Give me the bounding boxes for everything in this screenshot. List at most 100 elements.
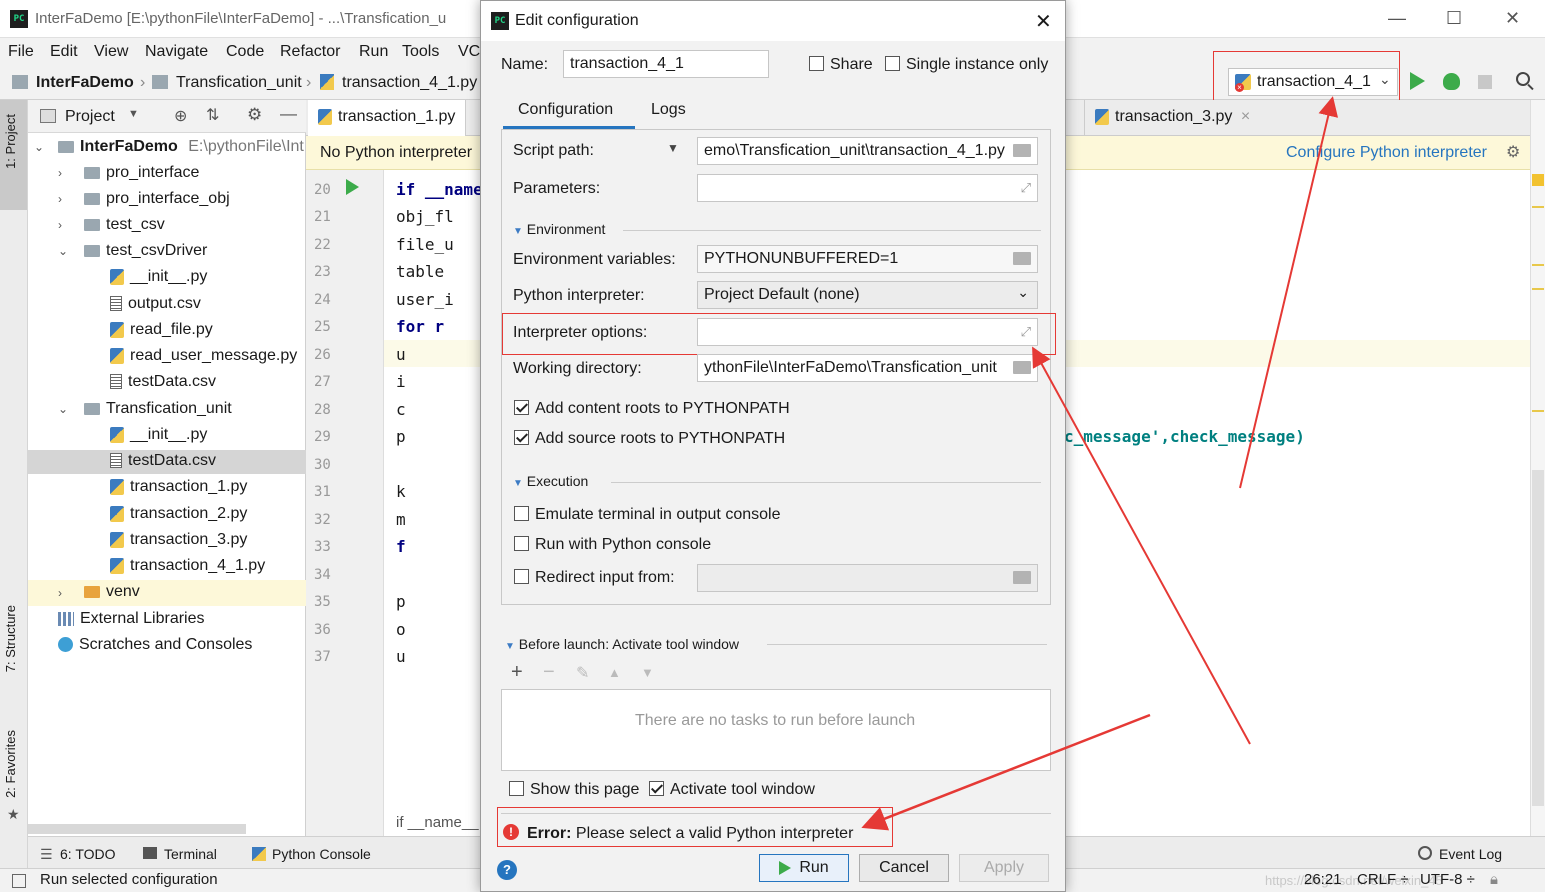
code-line[interactable]: file_u: [396, 235, 454, 254]
menu-view[interactable]: View: [94, 43, 128, 61]
tree-item[interactable]: pro_interface: [84, 164, 199, 182]
code-line[interactable]: f: [396, 537, 406, 556]
interpreter-select[interactable]: Project Default (none) ⌄: [697, 281, 1038, 309]
chevron-down-icon[interactable]: ▼: [667, 141, 679, 155]
workdir-input[interactable]: ythonFile\InterFaDemo\Transfication_unit: [697, 354, 1038, 382]
tree-item[interactable]: output.csv: [110, 295, 201, 313]
configure-interpreter-link[interactable]: Configure Python interpreter: [1286, 144, 1487, 162]
parameters-input[interactable]: ⤢: [697, 174, 1038, 202]
right-scroll-strip[interactable]: [1530, 100, 1545, 836]
code-line[interactable]: user_i: [396, 290, 454, 309]
code-line[interactable]: p: [396, 592, 406, 611]
code-line-fragment[interactable]: c_message',check_message): [1064, 427, 1305, 446]
run-icon[interactable]: [1410, 72, 1425, 90]
tree-item-selected[interactable]: testData.csv: [110, 452, 216, 470]
menu-code[interactable]: Code: [226, 43, 264, 61]
warning-marker[interactable]: [1532, 174, 1544, 186]
apply-button[interactable]: Apply: [959, 854, 1049, 882]
tab-configuration[interactable]: Configuration: [518, 101, 613, 119]
script-path-input[interactable]: emo\Transfication_unit\transaction_4_1.p…: [697, 137, 1038, 165]
menu-run[interactable]: Run: [359, 43, 388, 61]
tree-item[interactable]: transaction_1.py: [110, 478, 247, 496]
collapsed-arrow-icon[interactable]: ›: [58, 218, 62, 232]
menu-vcs[interactable]: VC: [458, 43, 480, 61]
close-window-icon[interactable]: ✕: [1505, 8, 1520, 29]
tree-item[interactable]: transaction_2.py: [110, 505, 247, 523]
tree-item[interactable]: test_csvDriver: [84, 242, 207, 260]
tree-item[interactable]: __init__.py: [110, 426, 207, 444]
code-line[interactable]: obj_fl: [396, 207, 454, 226]
code-line[interactable]: p: [396, 427, 406, 446]
tool-python-console[interactable]: Python Console: [272, 846, 371, 862]
status-window-icon[interactable]: [12, 874, 26, 888]
menu-edit[interactable]: Edit: [50, 43, 78, 61]
debug-icon[interactable]: [1443, 73, 1460, 90]
redirect-input-checkbox[interactable]: Redirect input from:: [514, 569, 675, 587]
menu-file[interactable]: File: [8, 43, 34, 61]
menu-tools[interactable]: Tools: [402, 43, 439, 61]
tree-item[interactable]: read_user_message.py: [110, 347, 297, 365]
before-launch-section[interactable]: ▼ Before launch: Activate tool window: [505, 636, 739, 652]
code-line[interactable]: k: [396, 482, 406, 501]
tool-todo[interactable]: 6: TODO: [60, 846, 116, 862]
tree-item[interactable]: read_file.py: [110, 321, 213, 339]
expand-arrow-icon[interactable]: ⌄: [58, 244, 68, 258]
name-input[interactable]: transaction_4_1: [563, 50, 769, 78]
remove-task-icon[interactable]: −: [543, 661, 555, 684]
activate-window-checkbox[interactable]: Activate tool window: [649, 781, 815, 799]
edit-task-icon[interactable]: ✎: [576, 663, 589, 683]
move-up-icon[interactable]: ▲: [608, 665, 621, 680]
share-checkbox[interactable]: Share: [809, 56, 873, 74]
hide-icon[interactable]: —: [280, 104, 297, 124]
tree-scratches[interactable]: Scratches and Consoles: [58, 636, 252, 654]
move-down-icon[interactable]: ▼: [641, 665, 654, 680]
add-source-roots-checkbox[interactable]: Add source roots to PYTHONPATH: [514, 430, 785, 448]
folder-icon[interactable]: [1013, 571, 1031, 584]
maximize-icon[interactable]: ☐: [1446, 8, 1462, 29]
folder-icon[interactable]: [1013, 252, 1031, 265]
expand-arrow-icon[interactable]: ⌄: [58, 402, 68, 416]
single-instance-checkbox[interactable]: Single instance only: [885, 56, 1048, 74]
tree-root[interactable]: InterFaDemo E:\pythonFile\Int: [58, 138, 304, 156]
code-line[interactable]: m: [396, 510, 406, 529]
tree-item[interactable]: pro_interface_obj: [84, 190, 230, 208]
menu-navigate[interactable]: Navigate: [145, 43, 208, 61]
project-view-selector[interactable]: Project: [65, 108, 115, 126]
gear-icon[interactable]: ⚙: [247, 105, 262, 125]
minimize-icon[interactable]: —: [1388, 8, 1406, 29]
chevron-down-icon[interactable]: ▼: [128, 108, 139, 120]
run-with-console-checkbox[interactable]: Run with Python console: [514, 536, 711, 554]
folder-icon[interactable]: [1013, 144, 1031, 157]
breadcrumb-folder[interactable]: Transfication_unit: [176, 74, 302, 92]
expand-icon[interactable]: ⤢: [1021, 180, 1031, 196]
close-tab-icon[interactable]: ×: [1241, 108, 1250, 125]
emulate-terminal-checkbox[interactable]: Emulate terminal in output console: [514, 506, 780, 524]
tree-item[interactable]: __init__.py: [110, 268, 207, 286]
help-icon[interactable]: ?: [497, 860, 517, 880]
tree-item[interactable]: testData.csv: [110, 373, 216, 391]
tree-item[interactable]: venv: [84, 583, 140, 601]
add-content-roots-checkbox[interactable]: Add content roots to PYTHONPATH: [514, 400, 790, 418]
execution-section[interactable]: ▼ Execution: [513, 473, 588, 489]
collapsed-arrow-icon[interactable]: ›: [58, 166, 62, 180]
tool-terminal[interactable]: Terminal: [164, 846, 217, 862]
line-separator[interactable]: CRLF ÷: [1357, 871, 1409, 888]
tree-external-libraries[interactable]: External Libraries: [58, 610, 205, 628]
cancel-button[interactable]: Cancel: [859, 854, 949, 882]
cursor-position[interactable]: 26:21: [1304, 871, 1342, 888]
add-task-icon[interactable]: +: [511, 661, 523, 684]
code-line[interactable]: if __name: [396, 180, 483, 199]
tree-item[interactable]: test_csv: [84, 216, 165, 234]
file-encoding[interactable]: UTF-8 ÷: [1420, 871, 1475, 888]
tab-logs[interactable]: Logs: [651, 101, 686, 119]
collapse-icon[interactable]: ⇅: [206, 105, 219, 125]
run-button[interactable]: Run: [759, 854, 849, 882]
tool-tab-favorites[interactable]: 2: Favorites: [3, 730, 18, 798]
code-line[interactable]: u: [396, 345, 406, 364]
expand-arrow-icon[interactable]: ⌄: [34, 140, 44, 154]
tool-tab-project[interactable]: 1: Project: [3, 114, 18, 169]
env-vars-input[interactable]: PYTHONUNBUFFERED=1: [697, 245, 1038, 273]
code-line[interactable]: i: [396, 372, 406, 391]
folder-icon[interactable]: [1013, 361, 1031, 374]
tool-event-log[interactable]: Event Log: [1439, 846, 1502, 862]
